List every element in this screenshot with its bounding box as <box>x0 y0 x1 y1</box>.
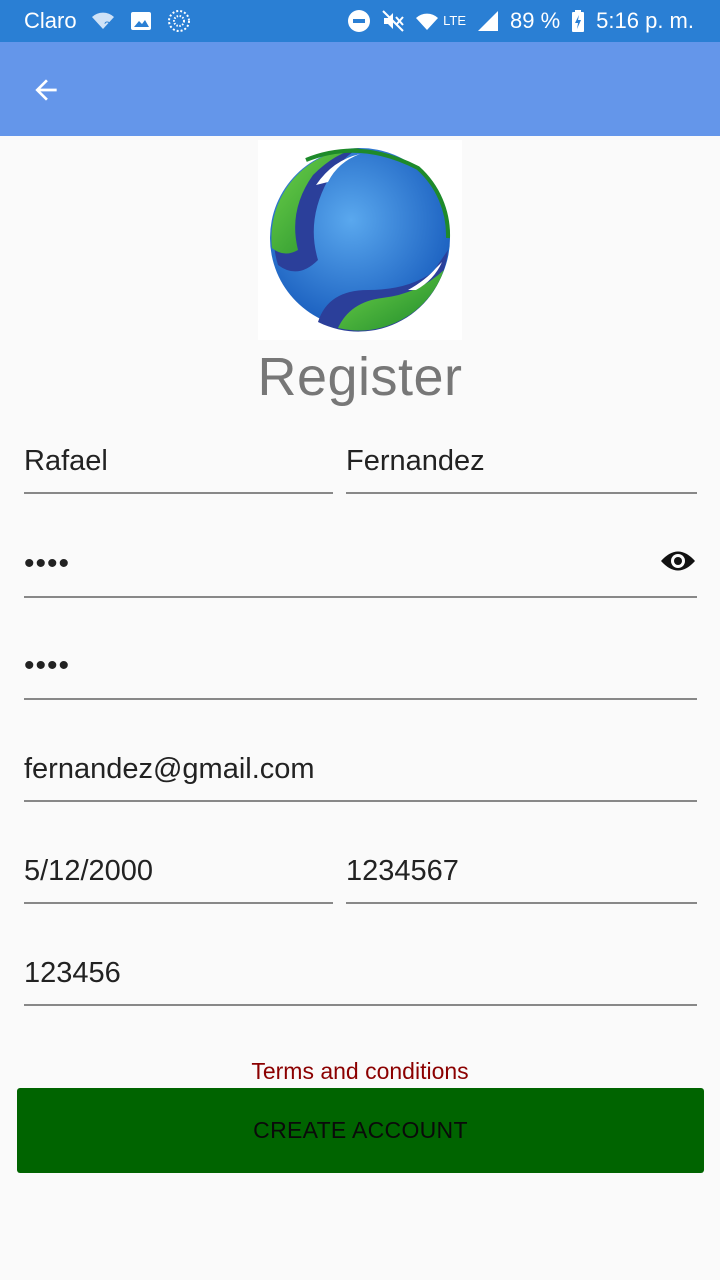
password-field[interactable]: •••• <box>24 542 697 598</box>
email-value: fernandez@gmail.com <box>24 753 315 785</box>
password-value: •••• <box>24 547 71 580</box>
sync-icon <box>167 10 190 32</box>
birth-date-value: 5/12/2000 <box>24 855 154 887</box>
wifi-icon <box>416 13 439 30</box>
document-value: 123456 <box>24 957 121 989</box>
carrier-label: Claro <box>24 8 77 33</box>
document-field[interactable]: 123456 <box>24 950 697 1006</box>
signal-icon <box>478 11 498 31</box>
first-name-value: Rafael <box>24 445 108 477</box>
image-icon <box>130 12 151 30</box>
create-account-button[interactable]: CREATE ACCOUNT <box>17 1088 704 1173</box>
email-field[interactable]: fernandez@gmail.com <box>24 746 697 802</box>
toggle-password-visibility-button[interactable] <box>658 544 698 578</box>
terms-and-conditions-link[interactable]: Terms and conditions <box>0 1058 720 1085</box>
eye-icon <box>661 551 695 571</box>
mute-icon <box>382 10 404 32</box>
network-type-label: LTE <box>443 13 466 28</box>
battery-percent: 89 % <box>510 8 561 33</box>
arrow-left-icon <box>35 79 57 101</box>
create-account-label: CREATE ACCOUNT <box>253 1117 468 1143</box>
back-button[interactable] <box>22 66 70 114</box>
confirm-password-value: •••• <box>24 649 71 682</box>
birth-date-field[interactable]: 5/12/2000 <box>24 848 333 904</box>
svg-text:?: ? <box>104 20 110 32</box>
battery-charging-icon <box>572 10 585 32</box>
clock: 5:16 p. m. <box>596 8 694 33</box>
phone-field[interactable]: 1234567 <box>346 848 697 904</box>
last-name-field[interactable]: Fernandez <box>346 438 697 494</box>
globe-logo-icon <box>270 148 451 332</box>
page-title: Register <box>257 347 463 407</box>
wifi-question-icon: ? <box>91 12 114 32</box>
status-bar: Claro ? LTE 89 % 5:16 p. m. <box>0 0 720 42</box>
do-not-disturb-icon <box>348 10 371 32</box>
first-name-field[interactable]: Rafael <box>24 438 333 494</box>
phone-value: 1234567 <box>346 855 459 887</box>
app-logo <box>258 140 462 340</box>
last-name-value: Fernandez <box>346 445 485 477</box>
confirm-password-field[interactable]: •••• <box>24 644 697 700</box>
app-bar <box>0 42 720 136</box>
